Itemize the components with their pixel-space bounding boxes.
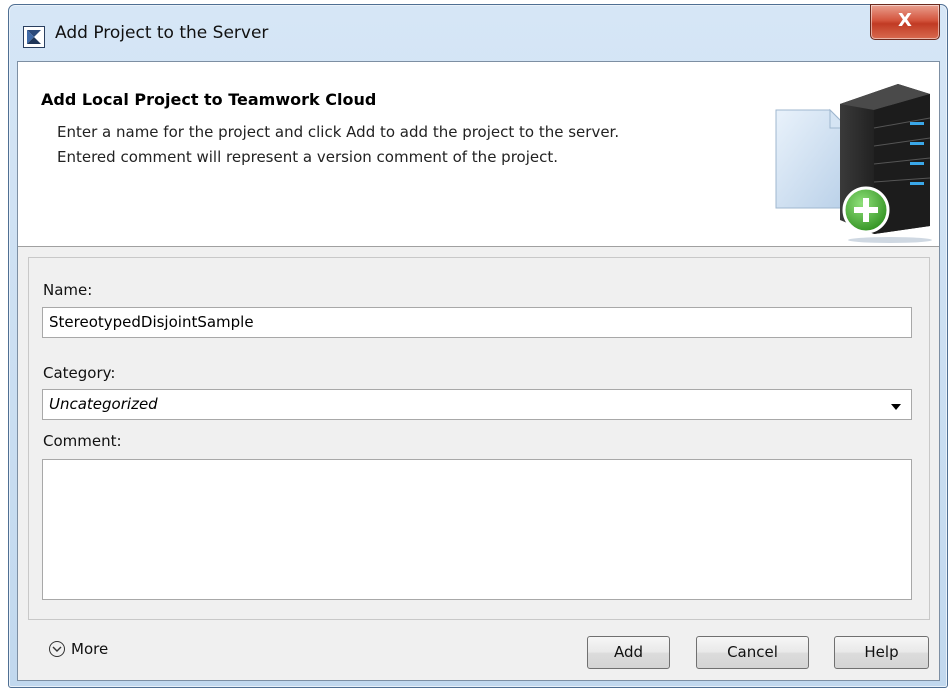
dropdown-arrow-icon[interactable] bbox=[891, 404, 901, 410]
title-bar[interactable]: Add Project to the Server X bbox=[9, 4, 947, 61]
comment-textarea[interactable] bbox=[42, 459, 912, 600]
dialog-content: Add Local Project to Teamwork Cloud Ente… bbox=[17, 61, 940, 681]
cancel-button[interactable]: Cancel bbox=[696, 636, 809, 669]
more-label: More bbox=[71, 640, 109, 658]
form-panel: Name: StereotypedDisjointSample Category… bbox=[28, 257, 930, 620]
app-icon bbox=[23, 26, 45, 48]
add-button[interactable]: Add bbox=[587, 636, 670, 669]
header-title: Add Local Project to Teamwork Cloud bbox=[41, 90, 377, 109]
server-add-icon bbox=[770, 76, 935, 244]
dialog-header: Add Local Project to Teamwork Cloud Ente… bbox=[18, 62, 939, 247]
more-toggle[interactable]: More bbox=[49, 640, 108, 658]
chevron-down-circle-icon bbox=[49, 641, 65, 657]
header-description: Enter a name for the project and click A… bbox=[57, 120, 757, 170]
name-label: Name: bbox=[43, 281, 93, 299]
close-button[interactable]: X bbox=[870, 4, 940, 40]
comment-label: Comment: bbox=[43, 432, 122, 450]
category-selected-value: Uncategorized bbox=[49, 395, 158, 413]
category-label: Category: bbox=[43, 364, 116, 382]
name-input[interactable]: StereotypedDisjointSample bbox=[42, 307, 912, 338]
category-select[interactable]: Uncategorized bbox=[42, 389, 912, 420]
header-description-line2: Entered comment will represent a version… bbox=[57, 148, 559, 166]
window-title: Add Project to the Server bbox=[55, 23, 269, 43]
dialog-window: Add Project to the Server X Add Local Pr… bbox=[8, 4, 948, 688]
help-button[interactable]: Help bbox=[834, 636, 929, 669]
close-icon: X bbox=[898, 10, 912, 31]
header-description-line1: Enter a name for the project and click A… bbox=[57, 123, 620, 141]
